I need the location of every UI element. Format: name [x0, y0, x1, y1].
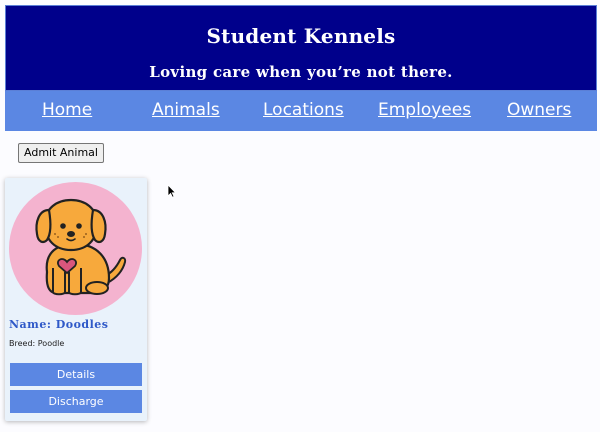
nav-link-owners[interactable]: Owners — [507, 99, 571, 121]
mouse-cursor-icon — [167, 184, 177, 198]
app-page: Student Kennels Loving care when you’re … — [0, 0, 600, 432]
animal-card: Name: Doodles Breed: Poodle Details Disc… — [5, 178, 147, 421]
main-nav: Home Animals Locations Employees Owners — [5, 91, 597, 131]
site-title: Student Kennels — [206, 24, 396, 48]
nav-link-employees[interactable]: Employees — [378, 99, 471, 121]
animal-avatar — [9, 182, 142, 315]
animal-name: Name: Doodles — [9, 318, 109, 331]
admit-animal-button[interactable]: Admit Animal — [18, 143, 104, 163]
nav-link-locations[interactable]: Locations — [263, 99, 344, 121]
discharge-button[interactable]: Discharge — [10, 390, 142, 413]
details-button[interactable]: Details — [10, 363, 142, 386]
site-tagline: Loving care when you’re not there. — [149, 63, 453, 81]
animal-breed: Breed: Poodle — [9, 339, 65, 348]
nav-link-home[interactable]: Home — [42, 99, 92, 121]
nav-link-animals[interactable]: Animals — [152, 99, 220, 121]
site-header: Student Kennels Loving care when you’re … — [5, 5, 597, 91]
puppy-icon — [35, 198, 127, 296]
